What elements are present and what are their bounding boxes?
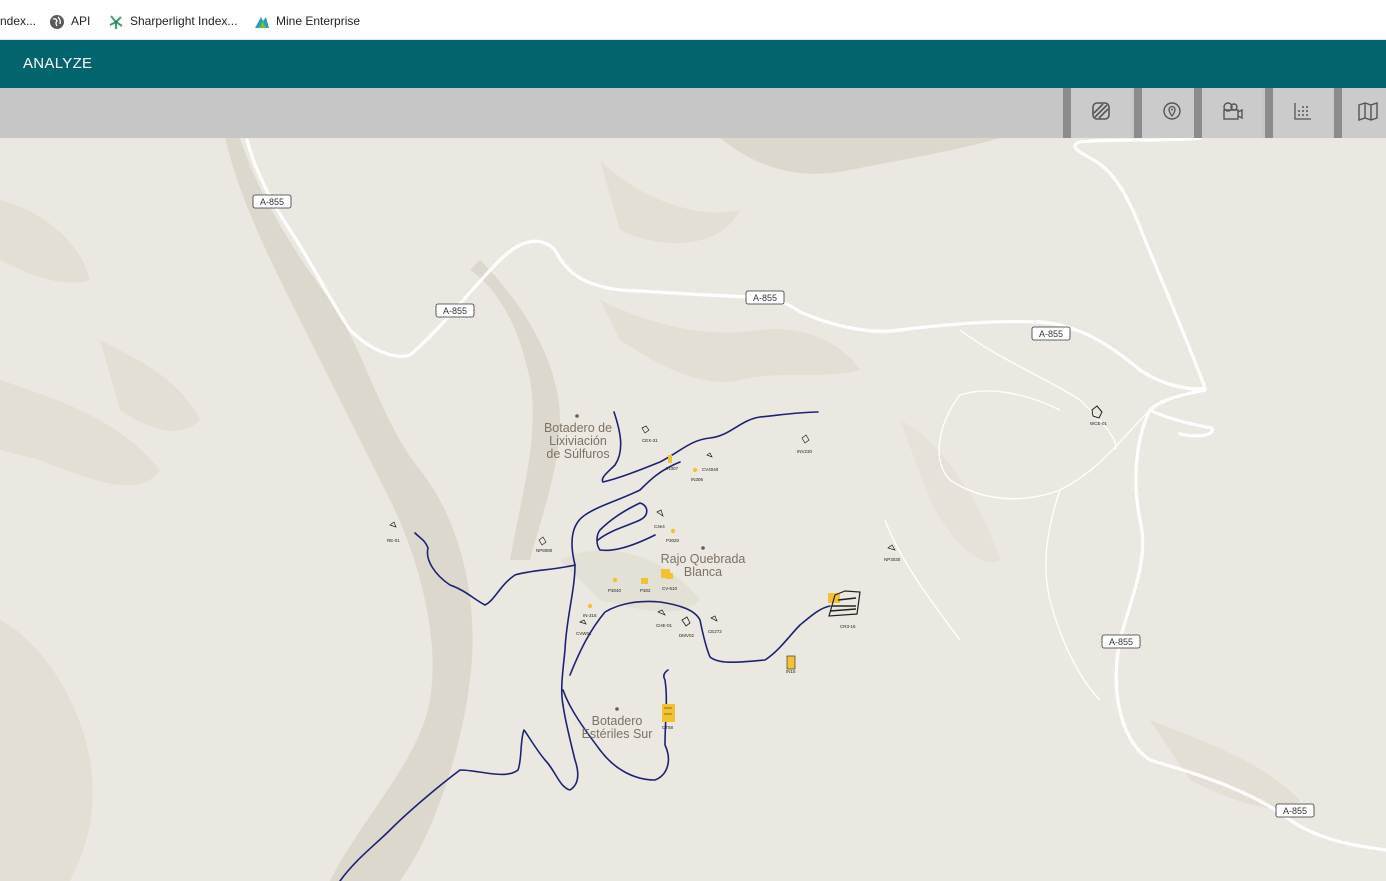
equipment-marker[interactable]: IN15: [786, 655, 796, 674]
svg-text:IN307: IN307: [666, 466, 679, 471]
bookmark-label: ndex...: [0, 14, 37, 28]
bookmark-sharperlight[interactable]: Sharperlight Index...: [108, 12, 237, 30]
location-pin-icon: [1161, 100, 1183, 127]
scatter-grid-icon: [1292, 100, 1314, 127]
sharperlight-icon: [108, 14, 124, 30]
svg-text:CV4040: CV4040: [702, 467, 719, 472]
bookmark-api[interactable]: API: [49, 12, 90, 30]
svg-text:CEX-31: CEX-31: [642, 438, 658, 443]
place-dot: [575, 414, 579, 418]
svg-text:A-855: A-855: [260, 197, 284, 207]
svg-text:P302: P302: [640, 588, 651, 593]
road-shield: A-855: [252, 194, 292, 209]
svg-text:CHE-01: CHE-01: [656, 623, 673, 628]
svg-text:A-855: A-855: [1039, 329, 1063, 339]
svg-text:RE-01: RE-01: [387, 538, 400, 543]
map-svg[interactable]: A-855 A-855 A-855 A-855 A-855 A-855 Bota…: [0, 138, 1386, 881]
layers-button[interactable]: [1063, 88, 1131, 138]
place-label: Lixiviación: [549, 434, 607, 448]
equipment-camera-icon: [1220, 100, 1244, 127]
svg-text:P3020: P3020: [666, 538, 680, 543]
bookmark-label: Mine Enterprise: [276, 14, 361, 28]
layers-stripe-icon: [1090, 100, 1112, 127]
map-canvas[interactable]: A-855 A-855 A-855 A-855 A-855 A-855 Bota…: [0, 138, 1386, 881]
globe-icon: [49, 14, 65, 30]
svg-text:CR3-16: CR3-16: [840, 624, 856, 629]
road-shield: A-855: [1101, 634, 1141, 649]
svg-text:WCE-01: WCE-01: [1090, 421, 1107, 426]
equipment-button[interactable]: [1194, 88, 1262, 138]
svg-text:A-855: A-855: [753, 293, 777, 303]
map-toolbar: [0, 88, 1386, 138]
svg-text:CVW01: CVW01: [576, 631, 592, 636]
svg-text:C4e4: C4e4: [654, 524, 665, 529]
svg-text:IN306: IN306: [691, 477, 704, 482]
scatter-button[interactable]: [1265, 88, 1333, 138]
basemap-button[interactable]: [1334, 88, 1386, 138]
mine-enterprise-icon: [254, 14, 270, 30]
bookmark-label: API: [71, 14, 91, 28]
svg-text:CE272: CE272: [708, 629, 722, 634]
svg-text:A-855: A-855: [1109, 637, 1133, 647]
svg-text:IN15: IN15: [786, 669, 796, 674]
place-dot: [701, 546, 705, 550]
road-shield: A-855: [1275, 803, 1315, 818]
svg-text:NP8080: NP8080: [536, 548, 553, 553]
svg-text:DMV02: DMV02: [679, 633, 695, 638]
bookmark-mine-enterprise[interactable]: Mine Enterprise: [254, 12, 360, 30]
svg-text:A-855: A-855: [443, 306, 467, 316]
location-button[interactable]: [1134, 88, 1202, 138]
svg-text:CT58: CT58: [662, 725, 674, 730]
svg-text:INV230: INV230: [797, 449, 813, 454]
app-header: ANALYZE: [0, 40, 1386, 88]
svg-text:NP3030: NP3030: [884, 557, 901, 562]
place-label: Botadero de: [544, 421, 612, 435]
svg-text:A-855: A-855: [1283, 806, 1307, 816]
svg-text:IN-316: IN-316: [583, 613, 597, 618]
map-icon: [1357, 100, 1379, 127]
bookmarks-bar: ndex... API Sharperlight Index... Mine E…: [0, 0, 1386, 40]
road-shield: A-855: [745, 290, 785, 305]
place-label: Rajo Quebrada: [661, 552, 746, 566]
app-title: ANALYZE: [23, 55, 93, 72]
bookmark-index[interactable]: ndex...: [0, 12, 36, 30]
road-shield: A-855: [1031, 326, 1071, 341]
bookmark-label: Sharperlight Index...: [130, 14, 238, 28]
place-label: Blanca: [684, 565, 722, 579]
place-label: de Súlfuros: [546, 447, 609, 461]
svg-text:P3040: P3040: [608, 588, 622, 593]
place-label: Botadero: [592, 714, 643, 728]
road-shield: A-855: [435, 303, 475, 318]
place-label: Estériles Sur: [582, 727, 653, 741]
place-dot: [615, 707, 619, 711]
svg-text:CV-610: CV-610: [662, 586, 678, 591]
